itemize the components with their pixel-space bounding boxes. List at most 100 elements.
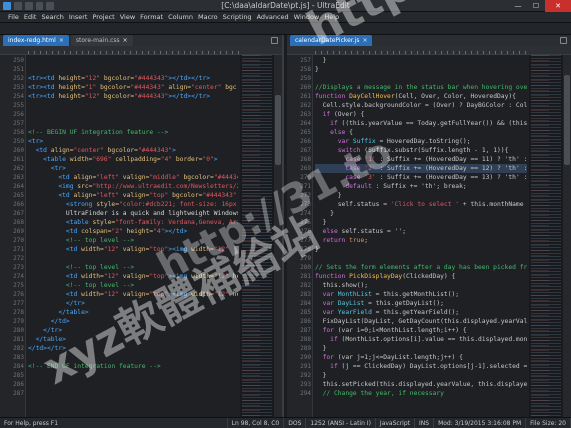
line-number: 271 bbox=[13, 246, 24, 253]
close-tab-icon[interactable]: × bbox=[59, 35, 64, 46]
scrollbar-thumb[interactable] bbox=[564, 75, 570, 165]
line-number: 257 bbox=[300, 57, 311, 64]
code-line: return true; bbox=[315, 237, 369, 244]
column-ruler bbox=[0, 46, 282, 55]
menu-window[interactable]: Window bbox=[292, 12, 322, 22]
line-number: 283 bbox=[300, 291, 311, 298]
code-line: var YearField = this.getYearField(); bbox=[315, 309, 460, 316]
code-line: switch (Suffix.substr(Suffix.length - 1,… bbox=[315, 147, 509, 154]
code-line: this.show(); bbox=[315, 282, 369, 289]
menu-project[interactable]: Project bbox=[90, 12, 116, 22]
code-line: </table> bbox=[28, 336, 66, 343]
pin-icon[interactable] bbox=[271, 37, 278, 44]
line-number: 283 bbox=[13, 354, 24, 361]
vertical-scrollbar[interactable] bbox=[274, 55, 282, 417]
line-number: 276 bbox=[300, 228, 311, 235]
ribbon-toolbar bbox=[0, 23, 571, 35]
menu-file[interactable]: File bbox=[6, 12, 21, 22]
minimap[interactable] bbox=[240, 55, 274, 417]
line-number: 260 bbox=[300, 84, 311, 91]
code-line: if (j == ClickedDay) DayList.options[j-1… bbox=[315, 363, 527, 370]
right-editor[interactable]: 257 258 259 260 261 262 263 264 265 266 267 268 269 2… bbox=[287, 55, 571, 417]
code-line: <td colspan="2" height="4"></td> bbox=[28, 228, 188, 235]
line-number: 280 bbox=[300, 264, 311, 271]
menu-macro[interactable]: Macro bbox=[196, 12, 220, 22]
code-line: } bbox=[315, 210, 334, 217]
code-line: //Displays a message in the status bar w… bbox=[315, 84, 527, 91]
code-line: } bbox=[315, 345, 327, 352]
status-line-ending[interactable]: DOS bbox=[284, 417, 307, 428]
column-ruler bbox=[287, 46, 571, 55]
code-line: function PickDisplayDay(ClickedDay) { bbox=[315, 273, 456, 280]
line-number: 262 bbox=[300, 102, 311, 109]
maximize-button[interactable]: ☐ bbox=[527, 0, 545, 12]
file-tab[interactable]: index-redg.html × bbox=[3, 35, 69, 46]
menu-help[interactable]: Help bbox=[322, 12, 341, 22]
code-line: var MonthList = this.getMonthList(); bbox=[315, 291, 460, 298]
code-line: case '1' : Suffix += (HoveredDay == 11) … bbox=[315, 156, 527, 163]
line-number: 258 bbox=[300, 66, 311, 73]
line-number: 278 bbox=[300, 246, 311, 253]
line-number: 265 bbox=[13, 192, 24, 199]
line-number: 269 bbox=[13, 228, 24, 235]
code-line: self.status = 'Click to select ' + this.… bbox=[315, 201, 524, 208]
window-title: [C:\daa\aldarDate\pt.js] - UltraEdit bbox=[221, 1, 350, 10]
code-line: </tr> bbox=[28, 327, 63, 334]
menu-edit[interactable]: Edit bbox=[22, 12, 39, 22]
pin-icon[interactable] bbox=[560, 37, 567, 44]
line-number: 279 bbox=[13, 318, 24, 325]
status-file-size: File Size: 20 bbox=[526, 417, 571, 428]
line-number: 266 bbox=[300, 138, 311, 145]
menu-view[interactable]: View bbox=[118, 12, 137, 22]
line-number: 270 bbox=[13, 237, 24, 244]
status-modified: Mod: 3/19/2015 3:16:08 PM bbox=[434, 417, 527, 428]
code-line: function DayCellHover(Cell, Over, Color,… bbox=[315, 93, 516, 100]
close-tab-icon[interactable]: × bbox=[123, 35, 128, 46]
code-line: <tr> bbox=[28, 165, 66, 172]
menu-advanced[interactable]: Advanced bbox=[255, 12, 291, 22]
menu-insert[interactable]: Insert bbox=[67, 12, 90, 22]
status-help: For Help, press F1 bbox=[0, 417, 228, 428]
menu-format[interactable]: Format bbox=[138, 12, 165, 22]
menu-search[interactable]: Search bbox=[39, 12, 65, 22]
menu-column[interactable]: Column bbox=[166, 12, 195, 22]
line-number: 259 bbox=[300, 75, 311, 82]
line-number: 279 bbox=[300, 255, 311, 262]
line-number: 251 bbox=[13, 66, 24, 73]
line-number: 250 bbox=[13, 57, 24, 64]
code-area[interactable]: <tr><td height="12" bgcolor="#444343"></… bbox=[28, 55, 238, 417]
line-number: 285 bbox=[300, 309, 311, 316]
line-number: 293 bbox=[300, 381, 311, 388]
line-number: 284 bbox=[13, 363, 24, 370]
code-line: case '2' : Suffix += (HoveredDay == 12) … bbox=[315, 165, 527, 172]
code-line: // Sets the form elements after a day ha… bbox=[315, 264, 527, 271]
code-line: } bbox=[315, 66, 319, 73]
status-encoding[interactable]: 1252 (ANSI - Latin I) bbox=[306, 417, 376, 428]
vertical-scrollbar[interactable] bbox=[563, 55, 571, 417]
scrollbar-thumb[interactable] bbox=[275, 95, 281, 165]
minimize-button[interactable]: — bbox=[509, 0, 527, 12]
menu-scripting[interactable]: Scripting bbox=[221, 12, 254, 22]
left-editor-pane: index-redg.html × store-main.css × 250 251 25… bbox=[0, 35, 284, 417]
file-tab[interactable]: store-main.css × bbox=[70, 35, 133, 46]
file-tab[interactable]: calendarDatePicker.js × bbox=[290, 35, 373, 46]
code-line: <table width="696" cellpadding="4" borde… bbox=[28, 156, 218, 163]
line-number: 274 bbox=[13, 273, 24, 280]
code-line: if (MonthList.options[i].value == this.d… bbox=[315, 336, 527, 343]
code-line: </tr> bbox=[28, 300, 85, 307]
minimap[interactable] bbox=[529, 55, 563, 417]
close-tab-icon[interactable]: × bbox=[362, 35, 367, 46]
code-line: <td width="12" valign="top"><img width="… bbox=[28, 291, 238, 298]
code-line: Cell.style.backgroundColor = (Over) ? Da… bbox=[315, 102, 527, 109]
status-language[interactable]: JavaScript bbox=[376, 417, 415, 428]
line-number: 281 bbox=[300, 273, 311, 280]
close-button[interactable]: ✕ bbox=[545, 0, 571, 12]
code-line: <td align="left" valign="middle" bgcolor… bbox=[28, 174, 238, 181]
status-insert-mode[interactable]: INS bbox=[415, 417, 435, 428]
left-editor[interactable]: 250 251 252 253 254 255 256 257 258 259 260 261 262 2… bbox=[0, 55, 282, 417]
status-position[interactable]: Ln 98, Col 8, C0 bbox=[228, 417, 285, 428]
code-area[interactable]: }} //Displays a message in the status bar… bbox=[315, 55, 527, 417]
